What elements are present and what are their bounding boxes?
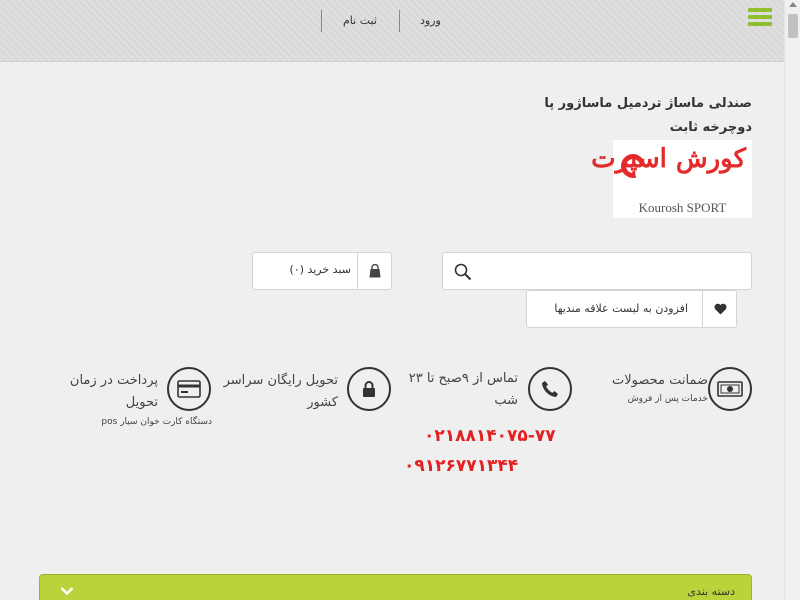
- brand-logo[interactable]: کورش اسپرت Kourosh SPORT: [591, 140, 752, 218]
- top-bar: ثبت نام ورود: [0, 0, 784, 62]
- delivery-title: تحویل رایگان سراسر کشور: [223, 373, 338, 410]
- lock-icon: [347, 367, 391, 411]
- logo-text-en: Kourosh SPORT: [638, 200, 727, 215]
- wishlist-label: افزودن به لیست علاقه مندیها: [554, 302, 688, 315]
- category-label: دسته بندی: [687, 585, 735, 598]
- phone-icon: [528, 367, 572, 411]
- payment-title: پرداخت در زمان تحویل: [69, 373, 158, 410]
- chevron-down-icon[interactable]: [60, 586, 74, 596]
- scroll-thumb[interactable]: [788, 14, 798, 38]
- product-title-line2: دوچرخه ثابت: [669, 120, 752, 135]
- category-bar[interactable]: دسته بندی: [39, 574, 752, 600]
- payment-subtitle: دستگاه کارت خوان سیار pos: [101, 417, 212, 427]
- divider: [321, 10, 322, 32]
- guarantee-title: ضمانت محصولات: [611, 373, 708, 388]
- phone-number-2[interactable]: ۰۹۱۲۶۷۷۱۳۴۴: [404, 456, 518, 476]
- search-icon[interactable]: [454, 263, 472, 281]
- menu-icon[interactable]: [748, 8, 772, 28]
- cart-label: سبد خرید (۰): [289, 263, 351, 276]
- contact-title: تماس از ۹صبح تا ۲۳ شب: [408, 371, 518, 408]
- credit-card-icon: [167, 367, 211, 411]
- phone-number-1[interactable]: ۰۲۱۸۸۱۴۰۷۵-۷۷: [424, 426, 556, 446]
- search-box[interactable]: [442, 252, 752, 290]
- logo-text-fa: کورش اسپرت: [591, 144, 746, 174]
- login-link[interactable]: ورود: [420, 14, 441, 27]
- scrollbar[interactable]: [784, 0, 800, 600]
- product-title-line1: صندلی ماساژ تردمیل ماساژور پا: [544, 96, 752, 111]
- product-title: صندلی ماساژ تردمیل ماساژور پا دوچرخه ثاب…: [532, 92, 752, 140]
- cart-icon: [357, 253, 391, 289]
- search-input[interactable]: [483, 261, 743, 281]
- scroll-up-arrow-icon[interactable]: [789, 2, 797, 7]
- guarantee-subtitle: خدمات پس از فروش: [627, 394, 708, 404]
- cart-button[interactable]: سبد خرید (۰): [252, 252, 392, 290]
- add-to-wishlist-button[interactable]: افزودن به لیست علاقه مندیها: [526, 290, 737, 328]
- money-icon: [708, 367, 752, 411]
- divider: [399, 10, 400, 32]
- register-link[interactable]: ثبت نام: [343, 14, 377, 27]
- heart-icon: [702, 291, 736, 327]
